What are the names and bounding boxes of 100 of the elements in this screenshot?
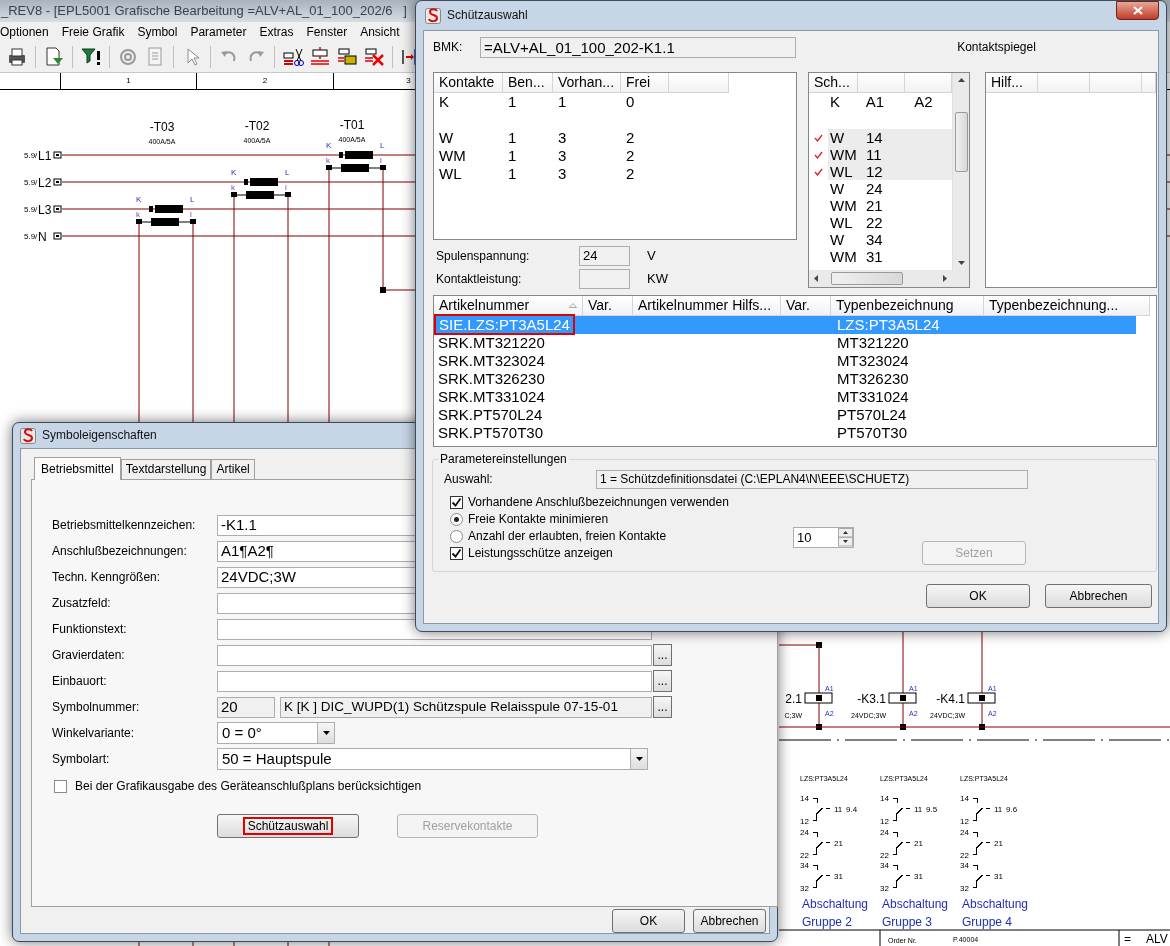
contact-number: 31 [994, 872, 1003, 881]
busbar-label: L1 [38, 149, 52, 163]
contact-number: 24 [800, 828, 809, 837]
terminal-label: L [285, 168, 290, 177]
table-cell-text: MT331024 [836, 388, 909, 406]
terminal-label: k [136, 210, 140, 219]
list-cell-text: WL [829, 162, 854, 181]
table-cell-text: MT323024 [836, 352, 909, 370]
title-block-value: ALV [1146, 932, 1168, 946]
contact-number: 24 [960, 828, 969, 837]
terminal-label: K [231, 168, 237, 177]
field-label: BMK: [433, 40, 464, 55]
window-title: _REV8 - [EPL5001 Grafische Bearbeitung =ALV+AL_01_100_202/6 ] [1, 3, 407, 19]
field-label: Zusatzfeld: [52, 595, 112, 611]
contact-number: 14 [960, 794, 969, 803]
field-label: Auswahl: [444, 472, 494, 487]
option-label: Freie Kontakte minimieren [468, 512, 609, 527]
list-cell-text: 21 [865, 196, 884, 215]
terminal-label: k [231, 183, 235, 192]
contact-number: 14 [880, 794, 889, 803]
table-cell: SRK.PT570L24 [438, 406, 543, 423]
option-label: Vorhandene Anschlußbezeichnungen verwenden [468, 495, 729, 510]
table-cell-text: 3 [557, 147, 568, 165]
contact-number: 32 [880, 884, 889, 893]
section-label: Kontaktspiegel [957, 40, 1036, 55]
contact-number: 34 [880, 861, 889, 870]
list-cell-text: WM [829, 196, 858, 215]
ruler-number: 3 [406, 76, 411, 86]
contact-number: 34 [960, 861, 969, 870]
terminal-label: k [326, 156, 330, 165]
terminal-label: K [326, 141, 332, 150]
table-cell-text: WL [438, 165, 463, 183]
contact-number: 12 [800, 817, 809, 826]
ruler-number: 1 [126, 76, 131, 86]
busbar-ref: 5.9/ [24, 205, 38, 214]
contact-number: 14 [800, 794, 809, 803]
list-cell-text: 34 [865, 230, 884, 249]
contact-number: 12 [960, 817, 969, 826]
list-cell-text: W [829, 230, 846, 249]
table-cell: SRK.MT323024 [438, 352, 545, 369]
table-cell-text: K [438, 93, 450, 111]
title-block-label: = [1124, 932, 1131, 946]
table-cell-text: 3 [557, 165, 568, 183]
transformer-label: -T01 [339, 118, 365, 132]
field-label: Funktionstext: [52, 621, 128, 637]
table-cell: SRK.PT570T30 [438, 424, 544, 441]
list-cell-text: 22 [865, 213, 884, 232]
table-cell-text: 2 [625, 129, 636, 147]
window-title: Schützauswahl [447, 8, 528, 23]
contact-number: 21 [914, 839, 923, 848]
contact-caption: Gruppe 4 [962, 915, 1013, 929]
list-cell-text: W [829, 128, 846, 147]
busbar-ref: 5.9/ [24, 232, 38, 241]
busbar-ref: 5.9/ [24, 151, 38, 160]
unit-label: KW [647, 271, 668, 287]
busbar-label: N [38, 230, 47, 244]
contact-number: 11 [994, 805, 1003, 814]
table-cell: SIE.LZS:PT3A5L24 [434, 314, 575, 335]
contact-number: 34 [800, 861, 809, 870]
table-cell-text: 3 [557, 129, 568, 147]
field-label: Kontaktleistung: [435, 271, 523, 287]
transformer-label: -T02 [244, 119, 270, 133]
table-cell: SRK.MT331024 [438, 388, 545, 405]
list-cell-text: 11 [865, 145, 883, 164]
table-cell-text: LZS:PT3A5L24 [836, 316, 940, 334]
terminal-label: K [136, 195, 142, 204]
contact-number: 22 [960, 851, 969, 860]
busbar-ref: 5.9/ [24, 178, 38, 187]
contact-number: 22 [800, 851, 809, 860]
contact-caption: Abschaltung [802, 897, 869, 911]
contact-ref: 9.4 [846, 805, 858, 814]
contact-number: 12 [880, 817, 889, 826]
table-cell: SRK.MT326230 [438, 370, 545, 387]
contact-number: 22 [880, 851, 889, 860]
table-cell-text: 2 [625, 147, 636, 165]
table-cell-text: WM [438, 147, 467, 165]
option-label: Leistungsschütze anzeigen [468, 546, 613, 561]
table-cell-text: PT570T30 [836, 424, 908, 442]
unit-label: V [647, 248, 656, 264]
terminal-label: l [380, 156, 382, 165]
table-cell-text: 0 [625, 93, 636, 111]
list-cell-text: W [829, 179, 846, 198]
contact-caption: Gruppe 2 [802, 915, 853, 929]
table-cell: SRK.MT321220 [438, 334, 545, 351]
contact-caption: Abschaltung [882, 897, 949, 911]
table-cell-text: PT570L24 [836, 406, 907, 424]
contact-ref: 9.6 [1006, 805, 1018, 814]
window-title: Symboleigenschaften [42, 428, 157, 443]
table-cell-text: 2 [625, 165, 636, 183]
table-cell-text: W [438, 129, 455, 147]
contact-number: 32 [960, 884, 969, 893]
terminal-label: L [380, 141, 385, 150]
table-cell-text: 1 [557, 93, 568, 111]
field-label: Symbolart: [52, 751, 111, 767]
checkbox-label: Bei der Grafikausgabe des Geräteanschlußplans berücksichtigen [75, 779, 422, 794]
field-label: Betriebsmittelkennzeichen: [52, 517, 197, 533]
table-cell-text: MT321220 [836, 334, 909, 352]
transformer-label: -T03 [149, 120, 175, 134]
contact-number: 21 [994, 839, 1003, 848]
contact-caption: Abschaltung [962, 897, 1029, 911]
